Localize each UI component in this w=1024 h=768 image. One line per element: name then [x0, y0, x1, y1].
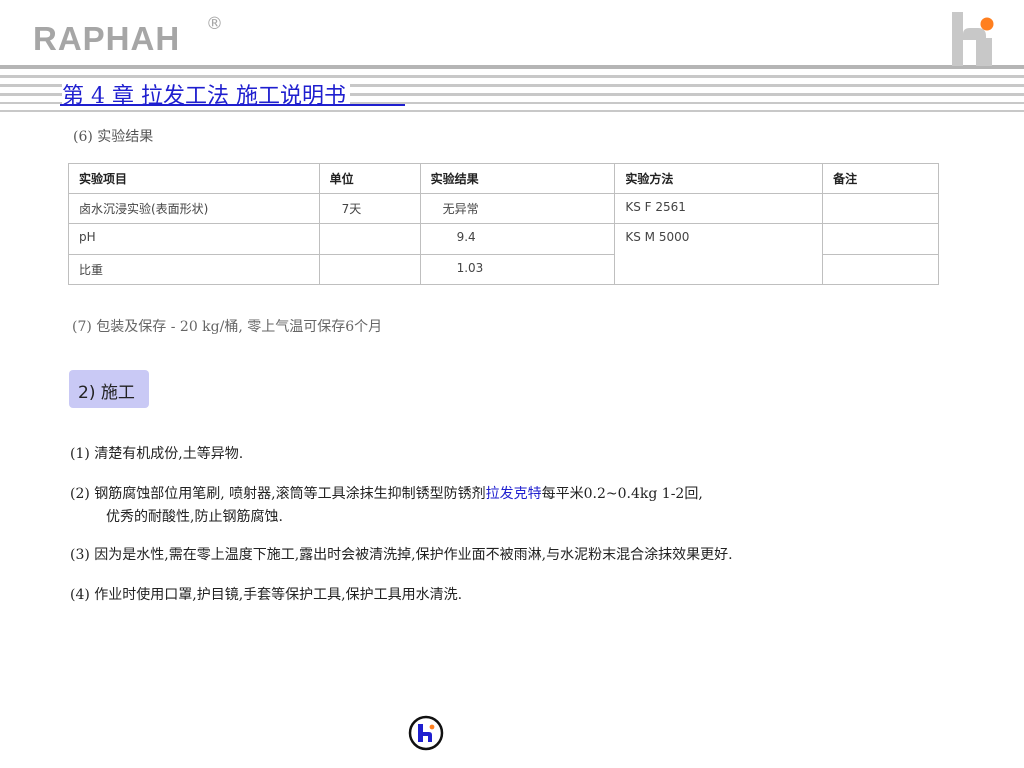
table-cell: [822, 254, 939, 285]
hi-circle-logo-icon: [408, 715, 444, 751]
section-6-label: (6) 实验结果: [73, 129, 154, 145]
table-row: 卤水沉浸实验(表面形状) 7天 无异常 KS F 2561: [68, 193, 939, 224]
column-header: 备注: [822, 163, 939, 194]
step-2-text: (2) 钢筋腐蚀部位用笔刷, 喷射器,滚筒等工具涂抹生抑制锈型防锈剂: [70, 486, 486, 502]
table-cell: [822, 223, 939, 255]
column-header: 单位: [318, 163, 421, 194]
table-row: pH 9.4 KS M 5000: [68, 223, 939, 285]
table-cell: 无异常: [419, 193, 616, 224]
title-underline: [60, 104, 405, 106]
packaging-note: (7) 包装及保存 - 20 kg/桶, 零上气温可保存6个月: [72, 319, 383, 335]
step-2: (2) 钢筋腐蚀部位用笔刷, 喷射器,滚筒等工具涂抹生抑制锈型防锈剂拉发克特每平…: [70, 483, 703, 503]
brand-name: RAPHAH: [33, 20, 181, 57]
table-cell: KS F 2561: [614, 193, 824, 224]
product-name: 拉发克特: [485, 486, 542, 502]
table-cell: KS M 5000: [614, 223, 824, 285]
results-table: 实验项目 单位 实验结果 实验方法 备注 卤水沉浸实验(表面形状) 7天 无异常…: [68, 163, 939, 285]
step-3: (3) 因为是水性,需在零上温度下施工,露出时会被清洗掉,保护作业面不被雨淋,与…: [70, 547, 733, 563]
table-cell: [318, 223, 421, 255]
registered-mark: ®: [206, 14, 223, 34]
table-cell: 卤水沉浸实验(表面形状): [68, 193, 320, 224]
table-cell: 9.4: [419, 223, 616, 255]
step-2-line-2: 优秀的耐酸性,防止钢筋腐蚀.: [106, 509, 283, 525]
table-cell: pH: [68, 223, 320, 255]
table-header-row: 实验项目 单位 实验结果 实验方法 备注: [68, 163, 939, 194]
step-4: (4) 作业时使用口罩,护目镜,手套等保护工具,保护工具用水清洗.: [70, 587, 463, 603]
step-1: (1) 清楚有机成份,土等异物.: [70, 446, 244, 462]
column-header: 实验结果: [419, 163, 616, 194]
table-cell: 7天: [318, 193, 421, 224]
table-cell: [822, 193, 939, 224]
table-cell: [318, 254, 421, 285]
table-cell: 比重: [68, 254, 320, 285]
header-stripe: [0, 65, 1024, 69]
step-2-text: 每平米0.2~0.4kg 1-2回,: [541, 486, 703, 502]
header-stripe: [0, 110, 1024, 112]
table-cell: 1.03: [419, 254, 616, 285]
column-header: 实验方法: [614, 163, 824, 194]
hi-logo-icon: [952, 12, 994, 66]
construction-heading: 2) 施工: [69, 370, 149, 408]
column-header: 实验项目: [68, 163, 320, 194]
